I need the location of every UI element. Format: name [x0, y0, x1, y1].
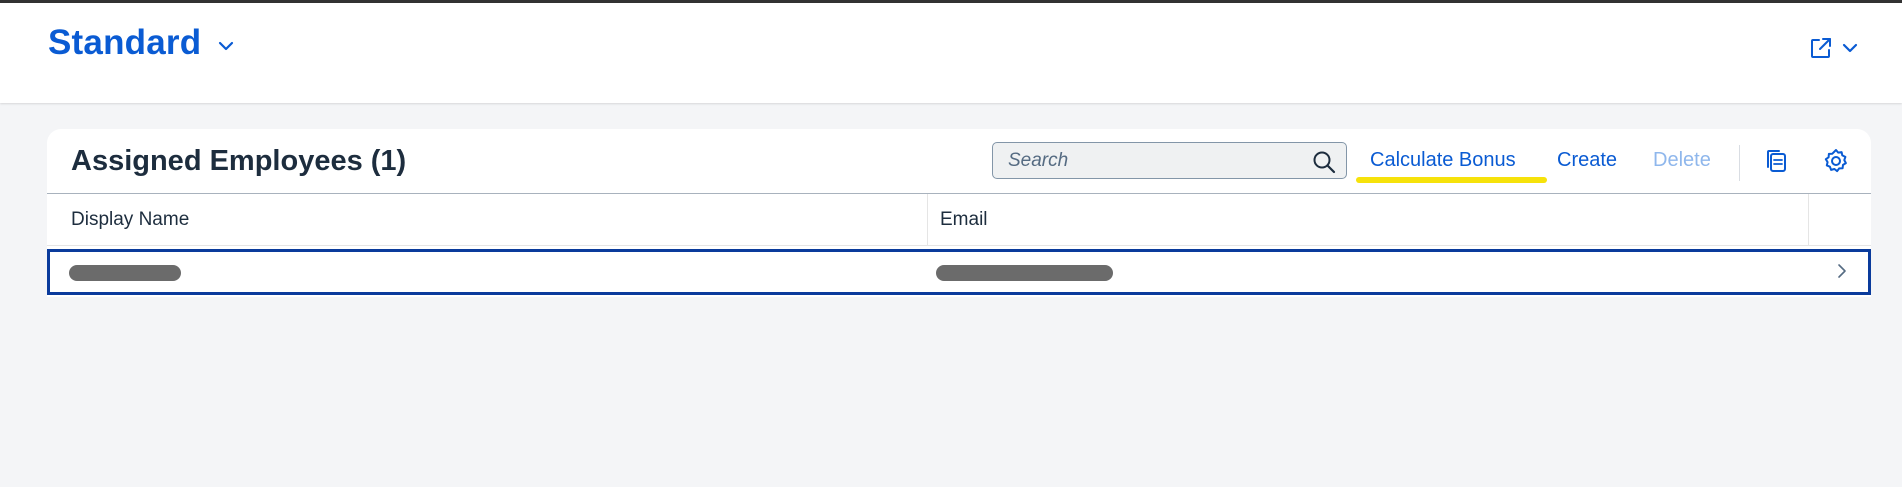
chevron-right-icon[interactable] [1834, 263, 1850, 279]
page-header: Standard [0, 3, 1902, 103]
redacted-email [936, 265, 1113, 281]
variant-selector[interactable]: Standard [48, 23, 237, 63]
column-header-email[interactable]: Email [940, 194, 988, 246]
chevron-down-icon [1842, 43, 1858, 53]
table-row[interactable] [47, 249, 1871, 295]
share-menu-button[interactable] [1808, 35, 1860, 61]
settings-icon[interactable] [1822, 147, 1850, 175]
employees-table: Display Name Email [47, 193, 1871, 295]
column-divider [927, 194, 928, 246]
redacted-display-name [69, 265, 181, 281]
toolbar-separator [1739, 145, 1740, 181]
share-icon [1811, 38, 1831, 58]
search-field[interactable] [992, 142, 1347, 179]
highlight-underline [1356, 177, 1547, 183]
chevron-down-icon [219, 41, 234, 51]
table-title: Assigned Employees (1) [71, 145, 407, 177]
delete-button[interactable]: Delete [1653, 149, 1711, 172]
variant-title: Standard [48, 23, 202, 62]
table-header: Display Name Email [47, 193, 1871, 246]
search-icon[interactable] [1312, 150, 1336, 174]
create-button[interactable]: Create [1557, 149, 1617, 172]
column-divider [1808, 194, 1809, 246]
assigned-employees-table-card: Assigned Employees (1) Calculate Bonus C… [47, 129, 1871, 297]
search-input[interactable] [993, 143, 1308, 178]
column-header-display-name[interactable]: Display Name [71, 194, 189, 246]
copy-icon[interactable] [1763, 147, 1791, 175]
calculate-bonus-button[interactable]: Calculate Bonus [1370, 149, 1516, 172]
